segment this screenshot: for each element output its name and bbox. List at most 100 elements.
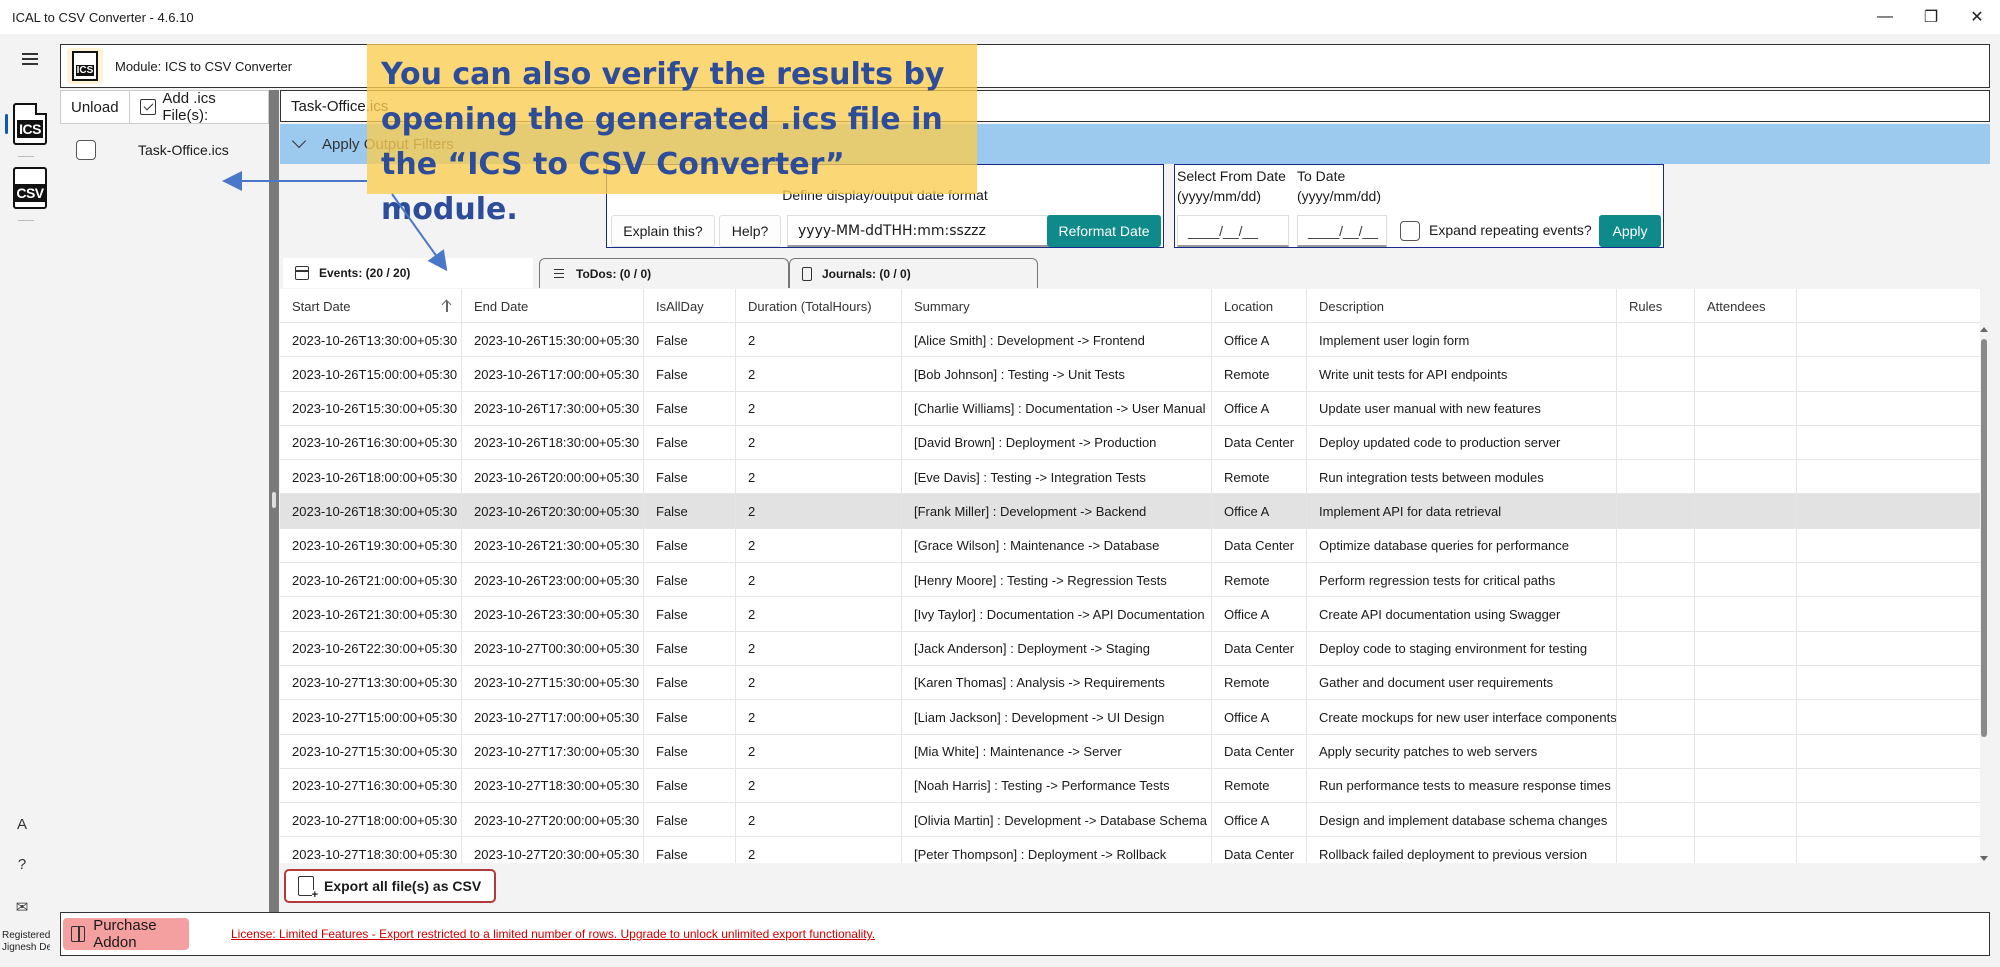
table-cell: False — [644, 563, 736, 598]
table-cell — [1617, 494, 1695, 529]
table-cell: 2023-10-26T18:00:00+05:30 — [280, 460, 462, 495]
table-cell: [Frank Miller] : Development -> Backend — [902, 494, 1212, 529]
expand-repeating-checkbox[interactable] — [1400, 221, 1420, 241]
table-cell — [1617, 631, 1695, 666]
apply-button[interactable]: Apply — [1599, 215, 1661, 247]
file-toolbar: Unload Add .ics File(s): — [60, 90, 269, 124]
reformat-date-button[interactable]: Reformat Date — [1047, 215, 1161, 247]
table-cell: 2023-10-27T18:30:00+05:30 — [462, 768, 644, 803]
column-header[interactable]: Start Date — [280, 289, 462, 323]
table-cell: 2023-10-26T19:30:00+05:30 — [280, 528, 462, 563]
table-cell — [1617, 665, 1695, 700]
table-cell: 2 — [736, 323, 902, 357]
restore-button[interactable]: ❐ — [1908, 0, 1954, 34]
table-cell: False — [644, 665, 736, 700]
expand-repeating-label: Expand repeating events? — [1429, 222, 1592, 238]
table-cell: Remote — [1212, 768, 1307, 803]
table-cell: False — [644, 494, 736, 529]
table-row[interactable]: 2023-10-26T16:30:00+05:30 2023-10-26T18:3… — [280, 425, 1980, 461]
table-row[interactable]: 2023-10-27T18:00:00+05:30 2023-10-27T20:0… — [280, 803, 1980, 838]
table-cell: Office A — [1212, 494, 1307, 529]
unload-button[interactable]: Unload — [61, 91, 130, 123]
table-row[interactable]: 2023-10-26T18:30:00+05:30 2023-10-26T20:3… — [280, 494, 1980, 529]
close-button[interactable]: ✕ — [1954, 0, 2000, 34]
table-cell: 2023-10-26T17:00:00+05:30 — [462, 357, 644, 392]
grid-body: 2023-10-26T13:30:00+05:30 2023-10-26T15:3… — [280, 323, 1980, 863]
from-date-input[interactable]: ____/__/__ — [1177, 215, 1289, 247]
table-cell: Optimize database queries for performanc… — [1307, 528, 1617, 563]
table-cell: 2 — [736, 357, 902, 392]
column-header[interactable]: Attendees — [1695, 289, 1797, 323]
table-cell: Perform regression tests for critical pa… — [1307, 563, 1617, 598]
list-item[interactable]: Task-Office.ics — [60, 136, 269, 164]
table-row[interactable]: 2023-10-27T16:30:00+05:30 2023-10-27T18:3… — [280, 768, 1980, 804]
scroll-thumb[interactable] — [1981, 339, 1987, 737]
table-row[interactable]: 2023-10-26T13:30:00+05:30 2023-10-26T15:3… — [280, 323, 1980, 358]
column-header[interactable]: Description — [1307, 289, 1617, 323]
minimize-button[interactable]: — — [1862, 0, 1908, 34]
table-row[interactable]: 2023-10-27T18:30:00+05:30 2023-10-27T20:3… — [280, 837, 1980, 863]
nav-item-csv[interactable]: CSV — [0, 162, 60, 214]
table-cell: 2023-10-26T22:30:00+05:30 — [280, 631, 462, 666]
column-header[interactable]: Summary — [902, 289, 1212, 323]
table-cell: 2023-10-26T21:30:00+05:30 — [462, 528, 644, 563]
table-row[interactable]: 2023-10-27T15:30:00+05:30 2023-10-27T17:3… — [280, 734, 1980, 769]
table-cell: Implement user login form — [1307, 323, 1617, 357]
export-label: Export all file(s) as CSV — [324, 878, 482, 894]
panel-splitter[interactable] — [269, 90, 279, 912]
table-cell — [1617, 323, 1695, 357]
file-checkbox[interactable] — [76, 140, 96, 160]
table-cell: Update user manual with new features — [1307, 391, 1617, 426]
table-cell: [Grace Wilson] : Maintenance -> Database — [902, 528, 1212, 563]
nav-divider — [18, 156, 34, 157]
scroll-down-icon[interactable] — [1980, 856, 1988, 861]
table-row[interactable]: 2023-10-26T21:30:00+05:30 2023-10-26T23:3… — [280, 597, 1980, 632]
to-date-input[interactable]: ____/__/__ — [1297, 215, 1387, 247]
table-cell: Deploy code to staging environment for t… — [1307, 631, 1617, 666]
column-header[interactable]: IsAllDay — [644, 289, 736, 323]
csv-file-icon: CSV — [13, 167, 47, 209]
table-cell: 2 — [736, 700, 902, 735]
to-date-label: To Date (yyyy/mm/dd) — [1297, 168, 1381, 204]
table-cell: 2023-10-27T00:30:00+05:30 — [462, 631, 644, 666]
table-row[interactable]: 2023-10-27T13:30:00+05:30 2023-10-27T15:3… — [280, 665, 1980, 701]
tab-events[interactable]: Events: (20 / 20) — [283, 258, 533, 288]
purchase-addon-button[interactable]: Purchase Addon — [63, 917, 189, 951]
table-row[interactable]: 2023-10-26T22:30:00+05:30 2023-10-27T00:3… — [280, 631, 1980, 666]
table-row[interactable]: 2023-10-26T15:00:00+05:30 2023-10-26T17:0… — [280, 357, 1980, 392]
license-link[interactable]: License: Limited Features - Export restr… — [231, 927, 875, 941]
table-cell: [Alice Smith] : Development -> Frontend — [902, 323, 1212, 357]
table-row[interactable]: 2023-10-26T15:30:00+05:30 2023-10-26T17:3… — [280, 391, 1980, 426]
license-bar: Purchase Addon License: Limited Features… — [60, 912, 1990, 956]
table-cell: 2023-10-27T18:30:00+05:30 — [280, 837, 462, 863]
table-cell — [1695, 563, 1797, 598]
column-header[interactable]: Rules — [1617, 289, 1695, 323]
table-row[interactable]: 2023-10-27T15:00:00+05:30 2023-10-27T17:0… — [280, 700, 1980, 735]
tab-todos[interactable]: ToDos: (0 / 0) — [539, 258, 789, 288]
table-row[interactable]: 2023-10-26T18:00:00+05:30 2023-10-26T20:0… — [280, 460, 1980, 495]
scroll-up-icon[interactable] — [1980, 327, 1988, 332]
help-icon[interactable]: ? — [0, 856, 44, 873]
chevron-down-icon — [291, 133, 307, 149]
table-cell: Gather and document user requirements — [1307, 665, 1617, 700]
add-ics-files-button[interactable]: Add .ics File(s): — [129, 90, 268, 124]
table-cell: [Bob Johnson] : Testing -> Unit Tests — [902, 357, 1212, 392]
table-cell: [Olivia Martin] : Development -> Databas… — [902, 803, 1212, 838]
export-csv-button[interactable]: Export all file(s) as CSV — [284, 869, 496, 903]
language-icon[interactable]: A — [0, 816, 44, 833]
table-cell: 2 — [736, 563, 902, 598]
table-cell: 2023-10-26T23:00:00+05:30 — [462, 563, 644, 598]
table-cell: False — [644, 837, 736, 863]
table-row[interactable]: 2023-10-26T21:00:00+05:30 2023-10-26T23:0… — [280, 563, 1980, 598]
table-row[interactable]: 2023-10-26T19:30:00+05:30 2023-10-26T21:3… — [280, 528, 1980, 564]
column-header[interactable]: End Date — [462, 289, 644, 323]
column-header[interactable]: Location — [1212, 289, 1307, 323]
column-header[interactable]: Duration (TotalHours) — [736, 289, 902, 323]
nav-item-ics[interactable]: ICS — [0, 98, 60, 150]
title-bar: ICAL to CSV Converter - 4.6.10 — ❐ ✕ — [0, 0, 2000, 34]
mail-icon[interactable]: ✉ — [0, 898, 44, 916]
tab-journals[interactable]: Journals: (0 / 0) — [789, 258, 1038, 288]
table-cell: 2 — [736, 460, 902, 495]
hamburger-menu-button[interactable] — [0, 44, 60, 74]
grid-scrollbar[interactable] — [1978, 323, 1990, 863]
